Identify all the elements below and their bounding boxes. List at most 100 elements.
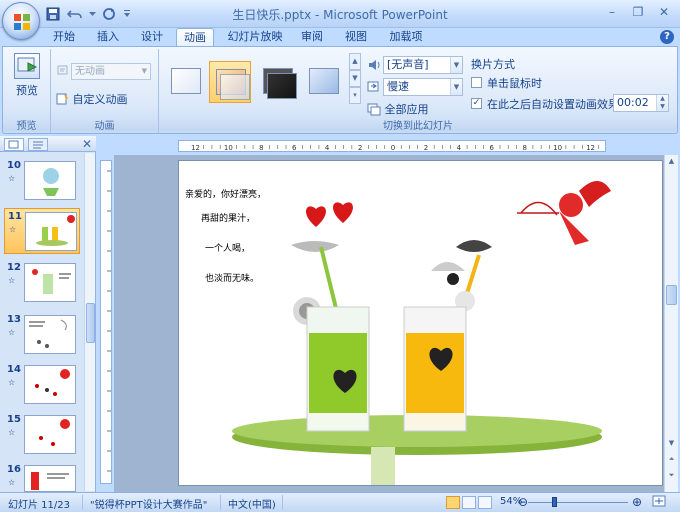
normal-view-icon[interactable]	[446, 496, 460, 509]
slide-thumb-image	[24, 365, 76, 404]
animation-star-icon: ☆	[8, 428, 16, 437]
slide-thumbnail-12[interactable]: 12 ☆	[4, 260, 80, 306]
language-indicator[interactable]: 中文(中国)	[228, 496, 276, 511]
slide-vertical-scrollbar[interactable]: ▲ ▼ ⏶ ⏷	[664, 155, 678, 492]
office-button[interactable]	[2, 2, 40, 40]
apply-all-label: 全部应用	[384, 103, 429, 116]
slide-thumbnail-10[interactable]: 10 ☆	[4, 158, 80, 204]
gallery-down-icon[interactable]: ▼	[349, 70, 361, 87]
undo-dropdown-icon[interactable]	[88, 5, 96, 23]
close-icon[interactable]: ✕	[82, 137, 92, 151]
outline-tab[interactable]	[28, 138, 48, 151]
restore-button[interactable]: ❐	[626, 3, 650, 21]
scroll-thumb[interactable]	[666, 285, 677, 305]
next-slide-icon[interactable]: ⏷	[665, 469, 678, 482]
ruler-label: 2	[358, 144, 362, 152]
zoom-slider-knob[interactable]	[552, 497, 557, 507]
minimize-button[interactable]: –	[600, 3, 624, 21]
animation-star-icon: ☆	[8, 276, 16, 285]
green-juice-glass	[306, 306, 370, 432]
tab-slideshow[interactable]: 幻灯片放映	[224, 28, 286, 46]
scroll-up-icon[interactable]: ▲	[665, 155, 678, 168]
sound-select[interactable]: [无声音] ▼	[383, 56, 463, 74]
speed-select[interactable]: 慢速 ▼	[383, 78, 463, 96]
gallery-more-icon[interactable]: ▾	[349, 87, 361, 104]
quick-access-toolbar	[44, 5, 132, 23]
zoom-slider[interactable]	[528, 497, 628, 507]
sound-icon	[369, 60, 380, 70]
cocktail-umbrella-image	[431, 262, 465, 271]
fit-to-window-icon[interactable]	[652, 494, 666, 511]
yellow-juice-glass	[403, 306, 467, 432]
tab-review[interactable]: 审阅	[296, 28, 328, 46]
tab-view[interactable]: 视图	[340, 28, 372, 46]
animation-star-icon: ☆	[8, 328, 16, 337]
zoom-in-icon[interactable]: ⊕	[632, 495, 642, 509]
speed-select-value: 慢速	[387, 80, 409, 93]
on-click-checkbox[interactable]	[471, 77, 482, 88]
spinner-icon[interactable]: ▲ ▼	[656, 95, 668, 111]
save-icon[interactable]	[44, 5, 62, 23]
tab-insert[interactable]: 插入	[92, 28, 124, 46]
tab-animations[interactable]: 动画	[176, 28, 214, 47]
tab-addins[interactable]: 加载项	[384, 28, 428, 46]
chevron-down-icon: ▼	[141, 67, 147, 75]
slide-number: 10	[7, 160, 21, 171]
slide-pane-scroll-thumb[interactable]	[86, 303, 95, 343]
slide-thumbnail-15[interactable]: 15 ☆	[4, 412, 80, 458]
animation-icon	[57, 65, 68, 75]
scroll-down-icon[interactable]: ▼	[665, 437, 678, 450]
tab-design[interactable]: 设计	[136, 28, 168, 46]
slide-pane-scrollbar[interactable]	[84, 153, 95, 491]
vertical-ruler	[100, 160, 112, 484]
close-button[interactable]: ✕	[652, 3, 676, 21]
apply-all-icon	[367, 103, 381, 116]
vertical-ruler-ticks	[107, 170, 111, 472]
animation-star-icon: ☆	[8, 478, 16, 487]
auto-advance-checkbox[interactable]: ✓	[471, 98, 482, 109]
lips-right-image	[456, 240, 492, 252]
preview-label: 预览	[16, 84, 38, 97]
slide-thumbnail-13[interactable]: 13 ☆	[4, 312, 80, 358]
slide-thumb-image	[25, 212, 77, 251]
auto-advance-time-input[interactable]: 00:02 ▲ ▼	[613, 94, 669, 112]
ribbon: 预览 预览 无动画 ▼ 自定义动画 动画 ▲ ▼ ▾ [无声音] ▼ 慢速 ▼ …	[2, 46, 678, 134]
animation-select[interactable]: 无动画 ▼	[71, 63, 151, 80]
help-icon[interactable]: ?	[660, 30, 674, 44]
ruler-label: 6	[490, 144, 495, 152]
slide-number: 15	[7, 414, 21, 425]
tab-home[interactable]: 开始	[48, 28, 80, 46]
slide-sorter-view-icon[interactable]	[462, 496, 476, 509]
slide-thumb-image	[24, 263, 76, 302]
animation-star-icon: ☆	[9, 225, 17, 234]
slide-thumbnail-16[interactable]: 16 ☆	[4, 462, 80, 492]
office-logo-icon	[14, 14, 30, 30]
slide-artwork	[232, 181, 611, 485]
slides-tab[interactable]	[4, 138, 24, 151]
transition-fade-thumb[interactable]	[209, 61, 251, 103]
animation-star-icon: ☆	[8, 174, 16, 183]
undo-icon[interactable]	[66, 5, 84, 23]
transition-wipe-thumb[interactable]	[303, 61, 345, 103]
slide-thumbnail-11[interactable]: 11 ☆	[4, 208, 80, 254]
theme-name: "锐得杯PPT设计大赛作品"	[90, 500, 208, 511]
preview-button[interactable]: 预览	[9, 53, 45, 98]
customize-qat-icon[interactable]	[122, 5, 132, 23]
ruler-ticks: 12 10 8 6 4 2 0 2 4 6 8 10 12	[191, 144, 600, 152]
transition-none-thumb[interactable]	[165, 61, 207, 103]
ruler-label: 10	[553, 144, 562, 152]
slide-thumbnail-14[interactable]: 14 ☆	[4, 362, 80, 408]
current-slide[interactable]: 亲爱的，你好漂亮， 再甜的果汁， 一个人喝， 也淡而无味。	[178, 160, 663, 486]
zoom-out-icon[interactable]: ⊖	[518, 495, 528, 509]
gallery-up-icon[interactable]: ▲	[349, 53, 361, 70]
preview-group-label: 预览	[3, 117, 50, 132]
redo-icon[interactable]	[100, 5, 118, 23]
slide-counter: 幻灯片 11/23	[8, 500, 70, 511]
chevron-down-icon: ▼	[450, 57, 462, 73]
transition-black-thumb[interactable]	[257, 61, 299, 103]
custom-animation-button[interactable]: 自定义动画	[55, 91, 128, 107]
slideshow-view-icon[interactable]	[478, 496, 492, 509]
previous-slide-icon[interactable]: ⏶	[665, 453, 678, 466]
apply-all-button[interactable]: 全部应用	[367, 101, 429, 117]
horizontal-ruler: 12 10 8 6 4 2 0 2 4 6 8 10 12	[178, 140, 606, 152]
